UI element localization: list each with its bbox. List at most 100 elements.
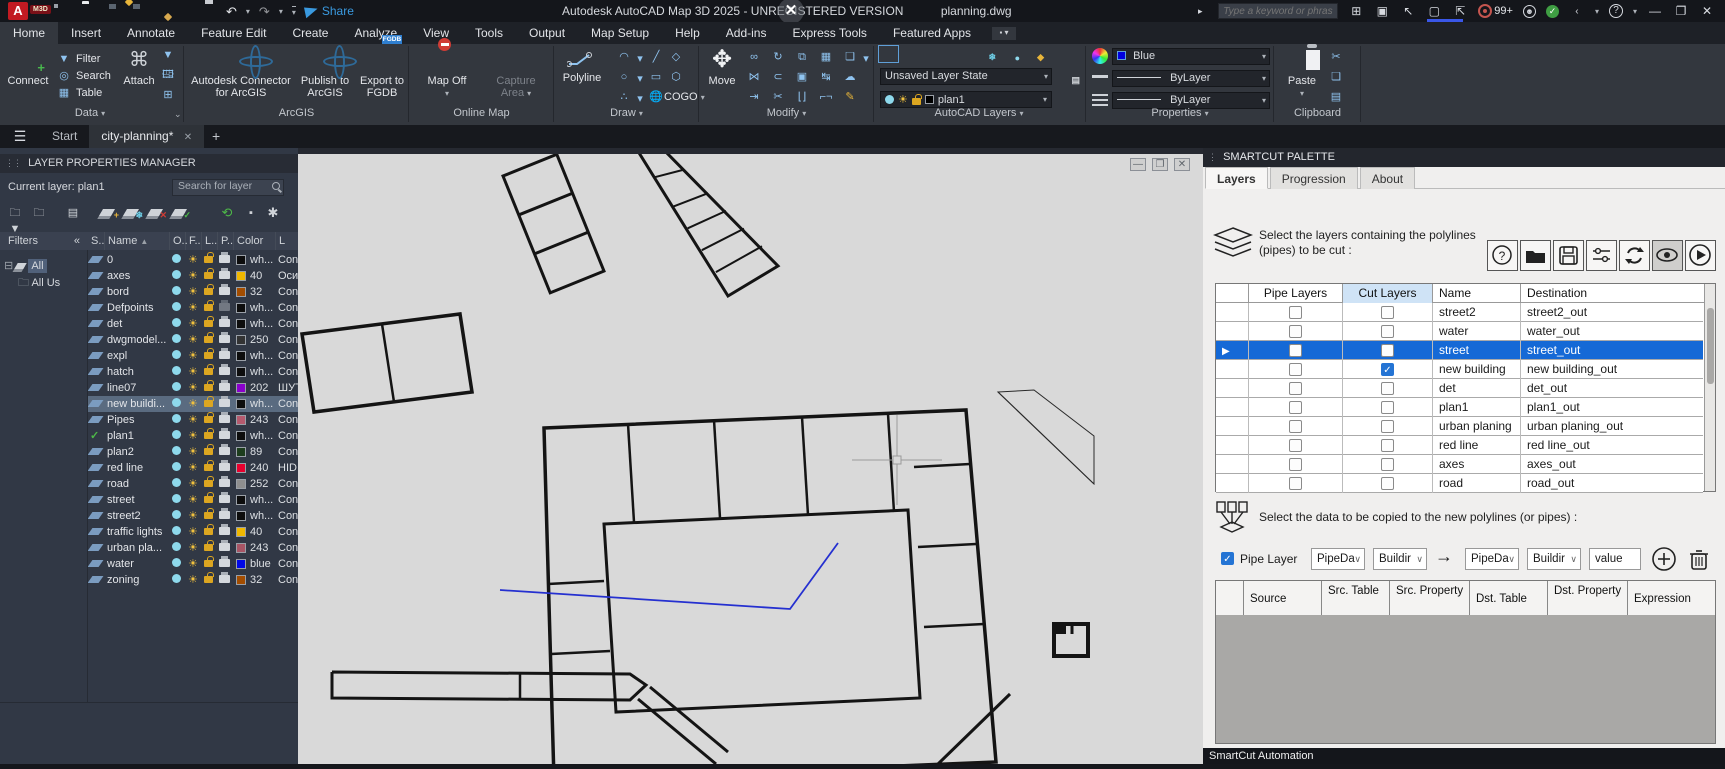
ribbon-tab[interactable]: Home	[0, 22, 58, 44]
layer-plot-icon[interactable]	[219, 447, 230, 455]
tab-document[interactable]: city-planning* ✕	[89, 125, 204, 148]
move-button[interactable]: ✥ Move	[702, 47, 742, 87]
cut-layer-checkbox[interactable]: ✓	[1381, 363, 1394, 376]
filter-button[interactable]: ▼Filter	[56, 50, 112, 67]
map-off-button[interactable]: Map Off▾	[416, 47, 478, 100]
cut-layer-checkbox[interactable]	[1381, 477, 1394, 490]
layer-freeze-icon[interactable]: ☀	[188, 428, 198, 444]
table-row[interactable]: road road_out	[1216, 474, 1703, 493]
table-row[interactable]: red line ☀ 240 HID	[88, 460, 298, 476]
layer-linetype[interactable]: Con	[278, 316, 298, 332]
layer-lock-icon[interactable]	[204, 560, 213, 567]
app-logo[interactable]: A	[8, 2, 28, 20]
ribbon-tab[interactable]: Featured Apps	[880, 22, 984, 44]
layer-search-input[interactable]: Search for layer	[172, 179, 284, 196]
layer-on-icon[interactable]	[172, 446, 181, 455]
align-icon[interactable]: ⇥	[746, 90, 762, 104]
layer-states-manager-icon[interactable]: ▤	[64, 205, 82, 221]
layer-plot-icon[interactable]	[219, 431, 230, 439]
layer-on-icon[interactable]	[172, 302, 181, 311]
ribbon-tab[interactable]: Add-ins	[713, 22, 780, 44]
layer-linetype[interactable]: Con	[278, 556, 298, 572]
minimize-button[interactable]: —	[1647, 4, 1663, 18]
table-row[interactable]: line07 ☀ 202 ШУТ	[88, 380, 298, 396]
palette-grip-icon[interactable]: ⋮⋮	[5, 158, 21, 168]
delete-mapping-button[interactable]	[1687, 546, 1711, 575]
refresh-icon[interactable]: ⟲	[218, 205, 236, 221]
layer-linetype[interactable]: Оси	[278, 268, 298, 284]
filter-tree-item-all-used[interactable]: 🗀 All Us	[0, 275, 87, 292]
pipe-layer-checkbox[interactable]	[1289, 401, 1302, 414]
ribbon-tab[interactable]: Feature Edit	[188, 22, 279, 44]
layer-plot-icon[interactable]	[219, 271, 230, 279]
settings-gear-icon[interactable]: ✱	[264, 205, 282, 221]
table-row[interactable]: ▶ street street_out	[1216, 341, 1703, 360]
layer-freeze-icon[interactable]: ☀	[188, 508, 198, 524]
cut-layer-checkbox[interactable]	[1381, 382, 1394, 395]
layer-color-swatch[interactable]	[236, 415, 246, 425]
layer-color-swatch[interactable]	[236, 479, 246, 489]
layer-color-swatch[interactable]	[236, 447, 246, 457]
layer-lock-icon[interactable]	[204, 416, 213, 423]
layer-linetype[interactable]: Con	[278, 364, 298, 380]
cursor-select-icon[interactable]: ↖	[1400, 4, 1416, 18]
layer-freeze-icon[interactable]: ☀	[188, 460, 198, 476]
tab-close-icon[interactable]: ✕	[184, 132, 192, 143]
layer-merge-icon[interactable]	[1048, 47, 1065, 61]
layer-linetype[interactable]: HID	[278, 460, 298, 476]
drawing-canvas[interactable]: — ❐ ✕	[298, 154, 1203, 764]
connect-button[interactable]: + Connect	[4, 47, 52, 87]
layer-freeze-icon[interactable]: ☀	[188, 412, 198, 428]
layer-freeze-icon[interactable]: ☀	[188, 268, 198, 284]
layer-lock-icon[interactable]	[204, 496, 213, 503]
layer-on-icon[interactable]	[172, 462, 181, 471]
upload-mobile-icon[interactable]	[154, 4, 169, 19]
table-row[interactable]: red line red line_out	[1216, 436, 1703, 455]
layer-lock-icon[interactable]	[204, 352, 213, 359]
layer-color-swatch[interactable]	[236, 559, 246, 569]
cursor-box-icon[interactable]: ⇱	[1452, 4, 1468, 18]
set-current-layer-icon[interactable]: ✓	[170, 205, 188, 221]
ribbon-tab[interactable]: Express Tools	[779, 22, 879, 44]
layer-on-icon[interactable]	[172, 414, 181, 423]
settings-button[interactable]	[1586, 240, 1617, 271]
scale-icon[interactable]: ⧉	[794, 50, 810, 64]
refresh-button[interactable]	[1619, 240, 1650, 271]
break-icon[interactable]: ↹	[818, 70, 834, 84]
layer-properties-icon[interactable]	[880, 47, 897, 61]
layer-on-icon[interactable]	[172, 334, 181, 343]
layer-lock-icon[interactable]	[204, 288, 213, 295]
layer-linetype[interactable]: Con	[278, 252, 298, 268]
isolate-icon[interactable]: ▪	[242, 205, 260, 221]
collapse-filters-icon[interactable]: «	[74, 232, 80, 250]
src-table-select[interactable]: PipeDa∨	[1311, 548, 1365, 570]
layer-color-swatch[interactable]	[236, 495, 246, 505]
layer-freeze-icon[interactable]: ☀	[188, 364, 198, 380]
pipe-layer-checkbox[interactable]	[1289, 439, 1302, 452]
layer-color-swatch[interactable]	[236, 511, 246, 521]
layer-on-icon[interactable]	[172, 510, 181, 519]
data-panel-label[interactable]: Data ▾	[30, 107, 150, 122]
help-button[interactable]: ?	[1487, 240, 1518, 271]
help-dropdown-icon[interactable]: ▾	[1633, 7, 1637, 16]
cut-layer-checkbox[interactable]	[1381, 344, 1394, 357]
table-row[interactable]: hatch ☀ wh... Con	[88, 364, 298, 380]
layer-plot-icon[interactable]	[219, 303, 230, 311]
copy-clip-icon[interactable]: ❏	[1328, 70, 1344, 84]
viewbox-icon[interactable]: ▢	[1426, 4, 1442, 18]
layer-plot-icon[interactable]	[219, 383, 230, 391]
layer-color-swatch[interactable]	[236, 431, 246, 441]
layer-plot-icon[interactable]	[219, 335, 230, 343]
arcgis-connector-button[interactable]: Autodesk Connector for ArcGIS	[190, 47, 292, 99]
pipe-layer-checkbox[interactable]	[1289, 306, 1302, 319]
publish-arcgis-button[interactable]: Publish to ArcGIS	[296, 47, 354, 99]
new-layer-icon[interactable]: +	[98, 205, 116, 221]
layer-color-swatch[interactable]	[236, 367, 246, 377]
layer-on-icon[interactable]	[172, 574, 181, 583]
layer-on-icon[interactable]	[172, 366, 181, 375]
layer-lock-icon[interactable]	[204, 304, 213, 311]
layer-freeze-icon[interactable]: ☀	[188, 252, 198, 268]
layer-bulb-icon[interactable]: ●	[1000, 47, 1017, 61]
table-row[interactable]: new buildi... ☀ wh... Con	[88, 396, 298, 412]
layer-lock-icon[interactable]	[204, 320, 213, 327]
